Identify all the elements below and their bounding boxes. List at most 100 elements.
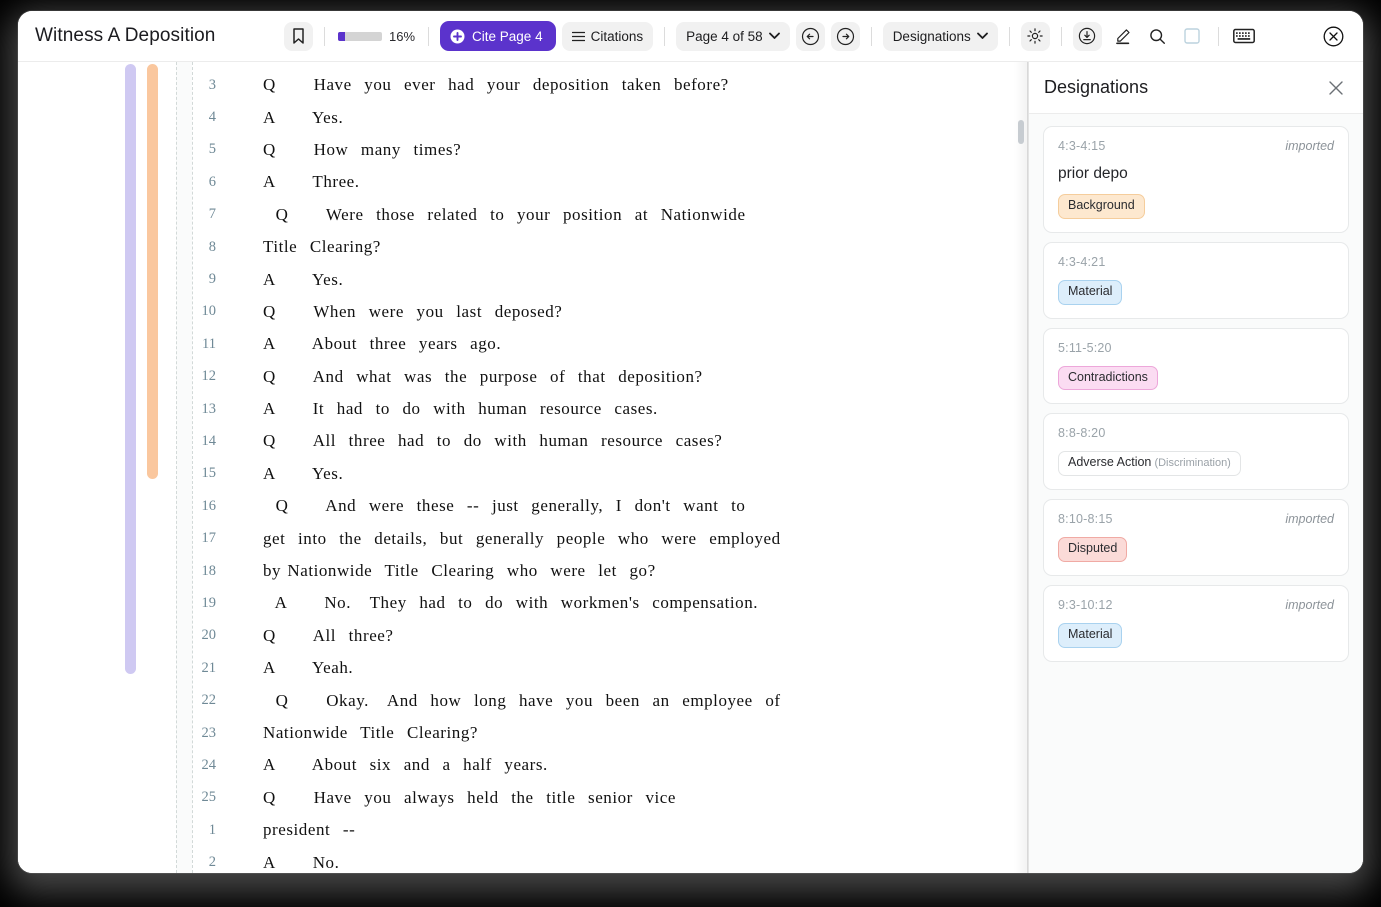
keyboard-button[interactable] <box>1230 22 1259 51</box>
prev-page-icon <box>801 27 820 46</box>
designation-card[interactable]: 9:3-10:12importedMaterial <box>1043 585 1349 662</box>
close-icon <box>1328 80 1344 96</box>
transcript-line[interactable]: 11A About three years ago. <box>18 328 1028 360</box>
transcript-line[interactable]: 2A No. <box>18 846 1028 873</box>
divider <box>1218 27 1219 46</box>
plus-circle-icon <box>450 29 465 44</box>
next-page-button[interactable] <box>831 22 860 51</box>
chevron-down-icon <box>977 32 988 40</box>
cite-page-button[interactable]: Cite Page 4 <box>440 21 556 51</box>
transcript-line[interactable]: 10Q When were you last deposed? <box>18 296 1028 328</box>
designation-citation: 8:10-8:15 <box>1058 512 1113 526</box>
designation-card[interactable]: 4:3-4:21 Material <box>1043 242 1349 319</box>
transcript-line[interactable]: 13A It had to do with human resource cas… <box>18 393 1028 425</box>
transcript-line[interactable]: 19 A No. They had to do with workmen's c… <box>18 587 1028 619</box>
line-number: 22 <box>194 692 216 709</box>
page-select[interactable]: Page 4 of 58 <box>676 22 790 51</box>
transcript-line[interactable]: 7 Q Were those related to your position … <box>18 199 1028 231</box>
status-badge-label: Material <box>1068 627 1112 641</box>
transcript-line[interactable]: 22 Q Okay. And how long have you been an… <box>18 684 1028 716</box>
close-window-button[interactable] <box>1321 24 1345 48</box>
line-text: A About six and a half years. <box>263 755 968 775</box>
bookmark-button[interactable] <box>284 22 313 51</box>
reading-progress: 16% <box>336 29 417 44</box>
status-badge-label: Material <box>1068 284 1112 298</box>
transcript-line[interactable]: 12Q And what was the purpose of that dep… <box>18 361 1028 393</box>
line-text: Nationwide Title Clearing? <box>263 723 968 743</box>
highlight-button[interactable] <box>1108 22 1137 51</box>
status-badge[interactable]: Adverse Action (Discrimination) <box>1058 451 1241 476</box>
transcript-line[interactable]: 18by Nationwide Title Clearing who were … <box>18 555 1028 587</box>
transcript-line[interactable]: 20Q All three? <box>18 620 1028 652</box>
designation-citation: 4:3-4:21 <box>1058 255 1105 269</box>
line-text: A No. They had to do with workmen's comp… <box>263 593 968 613</box>
status-badge-sublabel: (Discrimination) <box>1151 457 1230 469</box>
citations-button[interactable]: Citations <box>562 22 654 51</box>
transcript-line[interactable]: 17get into the details, but generally pe… <box>18 522 1028 554</box>
designation-card-header: 8:8-8:20 <box>1058 426 1334 440</box>
settings-button[interactable] <box>1021 22 1050 51</box>
close-panel-button[interactable] <box>1325 77 1347 99</box>
transcript-line[interactable]: 9A Yes. <box>18 263 1028 295</box>
line-number: 19 <box>194 595 216 612</box>
designation-card[interactable]: 8:8-8:20 Adverse Action (Discrimination) <box>1043 413 1349 490</box>
line-number: 25 <box>194 789 216 806</box>
line-text: Q And were these -- just generally, I do… <box>263 496 968 516</box>
scrollbar-thumb[interactable] <box>1018 120 1024 144</box>
line-number: 7 <box>194 206 216 223</box>
divider <box>871 27 872 46</box>
line-text: A No. <box>263 853 968 873</box>
transcript-line[interactable]: 14Q All three had to do with human resou… <box>18 425 1028 457</box>
designation-citation: 4:3-4:15 <box>1058 139 1105 153</box>
line-text: by Nationwide Title Clearing who were le… <box>263 561 968 581</box>
search-button[interactable] <box>1143 22 1172 51</box>
transcript-scrollbar[interactable] <box>1014 62 1028 873</box>
transcript-lines: 3Q Have you ever had your deposition tak… <box>18 62 1028 873</box>
transcript-line[interactable]: 15A Yes. <box>18 458 1028 490</box>
prev-page-button[interactable] <box>796 22 825 51</box>
designation-card[interactable]: 5:11-5:20 Contradictions <box>1043 328 1349 405</box>
line-number: 10 <box>194 303 216 320</box>
transcript-line[interactable]: 25Q Have you always held the title senio… <box>18 782 1028 814</box>
line-text: Q All three? <box>263 626 968 646</box>
designation-citation: 5:11-5:20 <box>1058 341 1112 355</box>
designation-card[interactable]: 8:10-8:15 imported Disputed <box>1043 499 1349 576</box>
line-number: 13 <box>194 401 216 418</box>
transcript-line[interactable]: 3Q Have you ever had your deposition tak… <box>18 69 1028 101</box>
transcript-line[interactable]: 1president -- <box>18 814 1028 846</box>
transcript-line[interactable]: 16 Q And were these -- just generally, I… <box>18 490 1028 522</box>
gear-icon <box>1027 28 1043 44</box>
status-badge[interactable]: Background <box>1058 194 1145 219</box>
designation-note: prior depo <box>1058 165 1334 183</box>
download-circle-icon <box>1078 27 1096 45</box>
designations-list[interactable]: 4:3-4:15 imported prior depo Background 4:3-… <box>1029 114 1363 873</box>
transcript-line[interactable]: 4A Yes. <box>18 101 1028 133</box>
divider <box>324 27 325 46</box>
transcript-line[interactable]: 21A Yeah. <box>18 652 1028 684</box>
designations-select[interactable]: Designations <box>883 22 998 51</box>
line-number: 9 <box>194 271 216 288</box>
status-badge[interactable]: Disputed <box>1058 537 1127 562</box>
transcript-line[interactable]: 8Title Clearing? <box>18 231 1028 263</box>
transcript-line[interactable]: 5Q How many times? <box>18 134 1028 166</box>
designation-card[interactable]: 4:3-4:15importedprior depoBackground <box>1043 126 1349 233</box>
select-region-button[interactable] <box>1178 22 1207 51</box>
status-badge[interactable]: Material <box>1058 623 1122 648</box>
imported-badge: imported <box>1285 512 1334 526</box>
keyboard-icon <box>1233 28 1255 44</box>
status-badge-label: Contradictions <box>1068 370 1148 384</box>
transcript-line[interactable]: 23Nationwide Title Clearing? <box>18 717 1028 749</box>
status-badge-label: Disputed <box>1068 541 1117 555</box>
search-icon <box>1149 28 1166 45</box>
main-body: 3Q Have you ever had your deposition tak… <box>18 62 1363 873</box>
toolbar-controls: 16% Cite Page 4 Citations Page 4 of 58 <box>284 21 1259 51</box>
download-button[interactable] <box>1073 22 1102 51</box>
transcript-line[interactable]: 6A Three. <box>18 166 1028 198</box>
status-badge[interactable]: Material <box>1058 280 1122 305</box>
status-badge[interactable]: Contradictions <box>1058 366 1158 391</box>
designations-select-label: Designations <box>893 29 971 44</box>
progress-fill <box>338 32 345 41</box>
line-text: president -- <box>263 820 968 840</box>
transcript-line[interactable]: 24A About six and a half years. <box>18 749 1028 781</box>
transcript-viewer[interactable]: 3Q Have you ever had your deposition tak… <box>18 62 1028 873</box>
